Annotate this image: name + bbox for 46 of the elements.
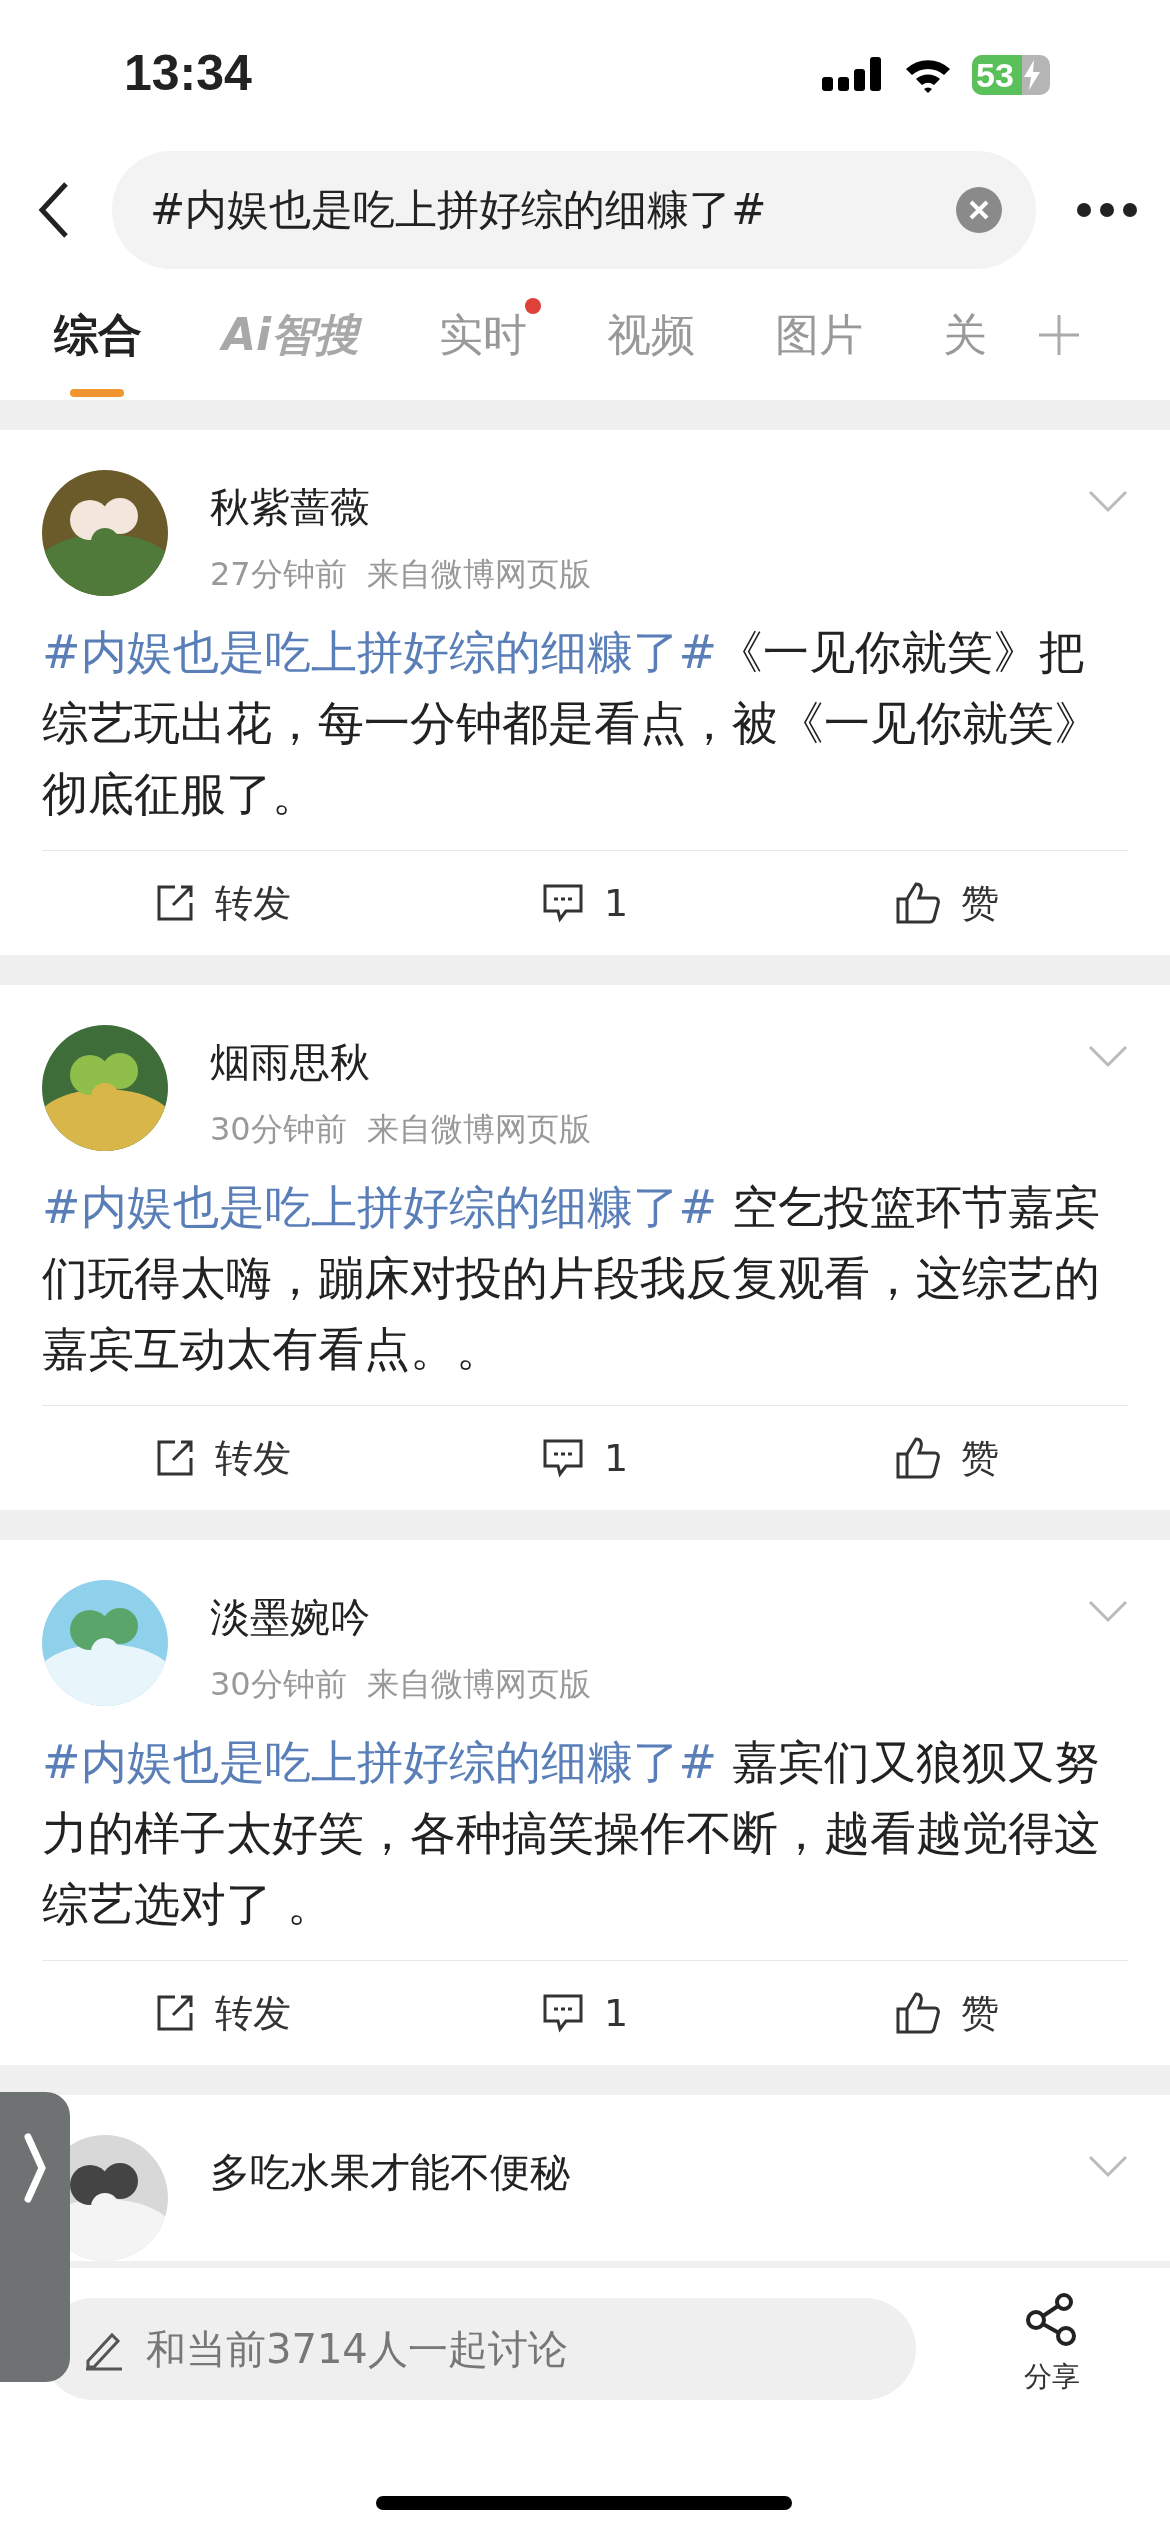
more-icon[interactable] [1074, 200, 1140, 220]
author-name[interactable]: 淡墨婉吟 [210, 1590, 1088, 1645]
hashtag-link[interactable]: #内娱也是吃上拼好综的细糠了# [42, 1180, 718, 1234]
like-button[interactable]: 赞 [766, 851, 1128, 955]
hashtag-link[interactable]: #内娱也是吃上拼好综的细糠了# [42, 1735, 718, 1789]
add-icon[interactable] [1037, 313, 1082, 357]
post-time: 27分钟前 [210, 554, 347, 595]
author-name[interactable]: 多吃水果才能不便秘 [210, 2145, 1088, 2200]
caret-icon[interactable] [1088, 490, 1128, 514]
comment-icon [541, 1438, 584, 1478]
post-text: #内娱也是吃上拼好综的细糠了# 空乞投篮环节嘉宾们玩得太嗨，蹦床对投的片段我反复观看，这综艺的嘉宾互动太有看点。。 [42, 1179, 1101, 1378]
repost-button[interactable]: 转发 [42, 1406, 404, 1510]
caret-icon[interactable] [1088, 2155, 1128, 2179]
post-text: #内娱也是吃上拼好综的细糠了# 嘉宾们又狼狈又努力的样子太好笑，各种搞笑操作不断，越看越觉得这综艺选对了 。 [42, 1734, 1101, 1933]
tab-indicator [70, 388, 124, 397]
post-source: 来自微博网页版 [366, 554, 591, 595]
clear-icon[interactable] [956, 187, 1002, 233]
share-button[interactable]: 分享 [1024, 2292, 1080, 2396]
tab[interactable]: 综合 [54, 305, 142, 365]
battery-icon: 53 [972, 55, 1050, 95]
comment-button[interactable]: 1 [404, 1961, 766, 2065]
post-source: 来自微博网页版 [366, 1664, 591, 1705]
author-name[interactable]: 烟雨思秋 [210, 1035, 1088, 1090]
comment-button[interactable]: 1 [404, 1406, 766, 1510]
like-button[interactable]: 赞 [766, 1406, 1128, 1510]
thumbs-up-icon [895, 1436, 941, 1480]
comment-icon [541, 883, 584, 923]
post-time: 30分钟前 [210, 1664, 347, 1705]
like-button[interactable]: 赞 [766, 1961, 1128, 2065]
thumbs-up-icon [895, 1991, 941, 2035]
comment-button[interactable]: 1 [404, 851, 766, 955]
search-field[interactable]: #内娱也是吃上拼好综的细糠了# [112, 151, 1036, 269]
side-menu[interactable] [0, 2092, 70, 2382]
author-name[interactable]: 秋紫蔷薇 [210, 480, 1088, 535]
repost-button[interactable]: 转发 [42, 851, 404, 955]
post-source: 来自微博网页版 [366, 1109, 591, 1150]
hashtag-link[interactable]: #内娱也是吃上拼好综的细糠了# [42, 625, 718, 679]
status-time: 13:34 [124, 44, 252, 102]
repost-button[interactable]: 转发 [42, 1961, 404, 2065]
chevron-right-icon [23, 2132, 47, 2204]
post-time: 30分钟前 [210, 1109, 347, 1150]
caret-icon[interactable] [1088, 1600, 1128, 1624]
comment-icon [541, 1993, 584, 2033]
post-text: #内娱也是吃上拼好综的细糠了#《一见你就笑》把综艺玩出花，每一分钟都是看点，被《一见你就笑》彻底征服了。 [42, 624, 1101, 823]
caret-icon[interactable] [1088, 1045, 1128, 1069]
thumbs-up-icon [895, 881, 941, 925]
